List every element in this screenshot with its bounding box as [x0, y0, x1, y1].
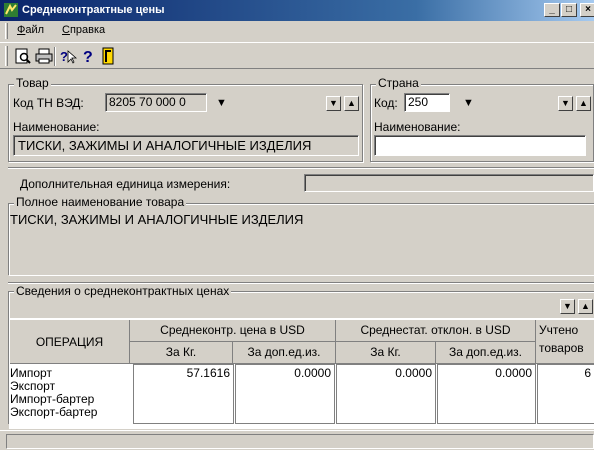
header-avg-deviation: Среднестат. отклон. в USD [336, 320, 536, 342]
header-avg-price: Среднеконтр. цена в USD [130, 320, 336, 342]
product-group-title: Товар [14, 76, 51, 90]
status-bar [0, 430, 594, 450]
svg-text:?: ? [60, 49, 68, 64]
toolbar-grip[interactable] [5, 46, 8, 66]
full-name-group-title: Полное наименование товара [14, 195, 187, 209]
app-icon [4, 3, 18, 17]
product-up-button[interactable]: ▲ [344, 96, 359, 111]
product-name-label: Наименование: [13, 120, 100, 134]
divider [8, 167, 594, 169]
menu-help[interactable]: Справка [62, 24, 105, 36]
window-title: Среднеконтрактные цены [22, 4, 165, 16]
prices-group-title: Сведения о среднеконтрактных ценах [14, 284, 232, 298]
menu-help-label: правка [69, 24, 106, 36]
header-price-per-extra: За доп.ед.из. [233, 342, 336, 364]
header-dev-per-extra: За доп.ед.из. [436, 342, 536, 364]
header-counted-goods: товаров [536, 340, 594, 364]
toolbar-separator [54, 47, 56, 66]
country-code-dropdown-arrow[interactable]: ▼ [463, 97, 474, 109]
product-down-button[interactable]: ▼ [326, 96, 341, 111]
close-button[interactable]: × [580, 3, 594, 17]
value-dev-per-kg: 0.0000 [336, 364, 436, 424]
full-name-text: ТИСКИ, ЗАЖИМЫ И АНАЛОГИЧНЫЕ ИЗДЕЛИЯ [10, 212, 304, 227]
maximize-button[interactable]: □ [561, 3, 577, 17]
menu-file-label: айл [25, 24, 45, 36]
exit-icon[interactable] [100, 47, 118, 65]
menu-bar: Файл Справка [0, 21, 594, 41]
country-name-field[interactable] [374, 135, 586, 156]
header-counted: Учтено [536, 320, 594, 342]
menubar-grip[interactable] [5, 23, 8, 39]
country-group-title: Страна [376, 76, 421, 90]
help-icon[interactable]: ? [80, 47, 98, 65]
country-code-field[interactable]: 250 [404, 93, 450, 112]
menu-help-accel: С [62, 24, 70, 36]
value-counted: 6 [537, 364, 594, 424]
product-name-field[interactable]: ТИСКИ, ЗАЖИМЫ И АНАЛОГИЧНЫЕ ИЗДЕЛИЯ [13, 135, 359, 156]
value-dev-per-extra: 0.0000 [437, 364, 536, 424]
title-bar[interactable]: Среднеконтрактные цены _ □ × [0, 0, 594, 21]
value-price-per-extra: 0.0000 [235, 364, 335, 424]
print-preview-icon[interactable] [14, 47, 32, 65]
help-glyph: ? [83, 49, 93, 65]
hs-code-label: Код ТН ВЭД: [13, 96, 84, 110]
hs-code-dropdown-arrow[interactable]: ▼ [216, 97, 227, 109]
prices-up-button[interactable]: ▲ [578, 299, 593, 314]
header-dev-per-kg: За Кг. [336, 342, 436, 364]
hs-code-field[interactable]: 8205 70 000 0 [105, 93, 207, 112]
context-help-icon[interactable]: ? [59, 47, 77, 65]
country-code-label: Код: [374, 96, 398, 110]
header-operation: ОПЕРАЦИЯ [10, 320, 130, 364]
country-up-button[interactable]: ▲ [576, 96, 591, 111]
menu-file[interactable]: Файл [17, 24, 44, 36]
operations-list: Импорт Экспорт Импорт-бартер Экспорт-бар… [10, 367, 97, 419]
header-price-per-kg: За Кг. [130, 342, 233, 364]
extra-unit-label: Дополнительная единица измерения: [20, 177, 231, 191]
country-down-button[interactable]: ▼ [558, 96, 573, 111]
status-panel [6, 434, 594, 449]
app-window: Среднеконтрактные цены _ □ × Файл Справк… [0, 0, 594, 450]
minimize-button[interactable]: _ [544, 3, 560, 17]
toolbar: ? ? [0, 42, 594, 69]
value-price-per-kg: 57.1616 [133, 364, 234, 424]
extra-unit-field[interactable] [304, 174, 594, 192]
country-name-label: Наименование: [374, 120, 461, 134]
prices-down-button[interactable]: ▼ [560, 299, 575, 314]
printer-icon[interactable] [35, 47, 53, 65]
operation-export-barter: Экспорт-бартер [10, 405, 98, 419]
